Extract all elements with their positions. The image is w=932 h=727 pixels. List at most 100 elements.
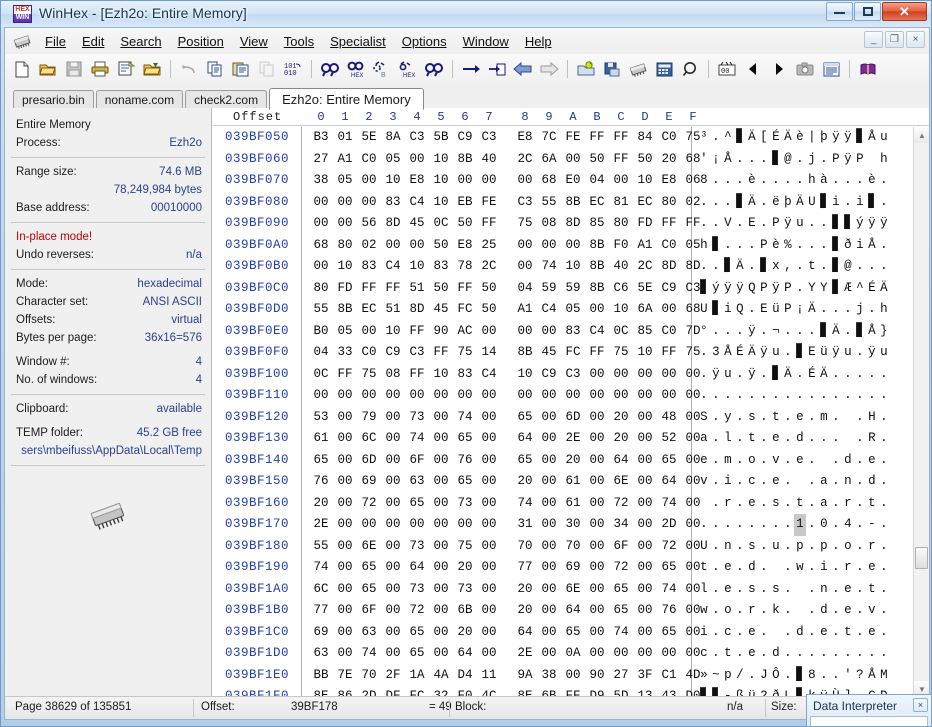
ascii-char[interactable]: . — [782, 170, 794, 192]
ascii-char[interactable]: . — [818, 149, 830, 171]
mdi-minimize-button[interactable]: _ — [864, 31, 883, 48]
hex-byte[interactable]: 00 — [609, 385, 633, 407]
hex-row-bytes[interactable]: 38 05 00 10 E8 10 00 00 00 68 E0 04 00 10 E8 06 — [309, 170, 705, 192]
hex-byte[interactable]: 65 — [357, 579, 381, 601]
hex-byte[interactable]: 40 — [609, 256, 633, 278]
hex-byte[interactable]: 00 — [537, 536, 561, 558]
open-disk-drive-icon[interactable] — [599, 56, 625, 82]
hex-byte[interactable]: 73 — [453, 493, 477, 515]
ascii-char[interactable]: l — [722, 428, 734, 450]
ascii-char[interactable]: . — [878, 514, 890, 536]
menu-item-specialist[interactable]: Specialist — [322, 32, 394, 51]
ascii-char[interactable]: Ä — [830, 321, 842, 343]
hex-byte[interactable]: 00 — [513, 256, 537, 278]
hex-byte[interactable]: 10 — [333, 256, 357, 278]
ascii-char[interactable]: . — [722, 170, 734, 192]
ascii-char[interactable]: . — [818, 665, 830, 687]
ascii-char[interactable]: . — [758, 643, 770, 665]
ascii-char[interactable]: . — [710, 385, 722, 407]
hex-row[interactable]: 039BF0E0 B0 05 00 10 FF 90 AC 00 00 00 83 C4 0C 85 C0 7D… — [213, 321, 913, 343]
ascii-char[interactable]: . — [758, 514, 770, 536]
hex-byte[interactable]: 00 — [537, 600, 561, 622]
ascii-char[interactable]: . — [710, 450, 722, 472]
hex-byte[interactable]: 2E — [513, 643, 537, 665]
ascii-char[interactable]: . — [830, 536, 842, 558]
ascii-char[interactable]: @ — [842, 256, 854, 278]
ascii-char[interactable]: e — [698, 450, 710, 472]
scroll-up-arrow-icon[interactable]: ▲ — [914, 127, 929, 143]
prev-icon[interactable] — [740, 56, 766, 82]
ascii-char[interactable]: . — [710, 557, 722, 579]
ascii-char[interactable] — [794, 471, 806, 493]
hex-byte[interactable]: FF — [609, 149, 633, 171]
hex-row-bytes[interactable]: 04 33 C0 C9 C3 FF 75 14 8B 45 FC FF 75 10 FF 75 — [309, 342, 705, 364]
ascii-char[interactable]: w — [794, 557, 806, 579]
ascii-char[interactable]: . — [878, 235, 890, 257]
ascii-char[interactable]: . — [818, 385, 830, 407]
ascii-char[interactable]: . — [782, 579, 794, 601]
hex-byte[interactable]: 00 — [405, 514, 429, 536]
ascii-char[interactable]: . — [878, 428, 890, 450]
hex-row-ascii[interactable]: ³. ^ ▊ Ä[É Äè | þ ÿ ÿ ▊ Åu — [698, 127, 890, 149]
hex-byte[interactable]: 00 — [585, 299, 609, 321]
ascii-char[interactable]: Ä — [878, 278, 890, 300]
hex-byte[interactable]: 69 — [561, 557, 585, 579]
hex-row-bytes[interactable]: 61 00 6C 00 74 00 65 00 64 00 2E 00 20 00 52 00 — [309, 428, 705, 450]
ascii-char[interactable]: k — [770, 600, 782, 622]
ascii-char[interactable]: . — [854, 493, 866, 515]
hex-byte[interactable]: 05 — [333, 170, 357, 192]
hex-byte[interactable]: A1 — [333, 149, 357, 171]
hex-byte[interactable]: 90 — [585, 665, 609, 687]
hex-byte[interactable]: 75 — [453, 536, 477, 558]
hex-byte[interactable]: 74 — [537, 256, 561, 278]
hex-byte[interactable]: 00 — [429, 450, 453, 472]
ascii-char[interactable]: . — [758, 450, 770, 472]
hex-byte[interactable]: 64 — [513, 622, 537, 644]
hex-byte[interactable]: 00 — [537, 235, 561, 257]
replace-hex-icon[interactable]: HEX — [395, 56, 421, 82]
ascii-char[interactable]: . — [710, 407, 722, 429]
help-book-icon[interactable] — [855, 56, 881, 82]
hex-byte[interactable]: 00 — [633, 514, 657, 536]
ascii-char[interactable]: 0 — [818, 514, 830, 536]
ascii-char[interactable]: . — [710, 256, 722, 278]
ascii-char[interactable]: . — [698, 256, 710, 278]
hex-byte[interactable]: 00 — [333, 428, 357, 450]
ascii-char[interactable]: . — [734, 471, 746, 493]
ascii-char[interactable]: ? — [854, 665, 866, 687]
hex-byte[interactable]: 65 — [657, 622, 681, 644]
hex-byte[interactable]: 63 — [357, 622, 381, 644]
hex-byte[interactable]: C3 — [405, 127, 429, 149]
hex-row[interactable]: 039BF190 74 00 65 00 64 00 20 00 77 00 69 00 72 00 65 00… — [213, 557, 913, 579]
ascii-char[interactable]: . — [818, 213, 830, 235]
properties-icon[interactable] — [113, 56, 139, 82]
paste-icon[interactable] — [228, 56, 254, 82]
hex-byte[interactable]: 53 — [309, 407, 333, 429]
hex-byte[interactable]: 00 — [477, 385, 501, 407]
hex-byte[interactable]: 1A — [405, 665, 429, 687]
hex-byte[interactable]: 56 — [357, 213, 381, 235]
ascii-char[interactable]: . — [758, 428, 770, 450]
ascii-char[interactable]: c — [698, 643, 710, 665]
ascii-char[interactable]: . — [734, 407, 746, 429]
ascii-char[interactable]: i — [722, 471, 734, 493]
hex-byte[interactable]: FF — [453, 278, 477, 300]
hex-byte[interactable]: 00 — [537, 471, 561, 493]
hex-byte[interactable]: 6D — [561, 407, 585, 429]
ascii-char[interactable]: . — [830, 428, 842, 450]
hex-byte[interactable]: FD — [633, 213, 657, 235]
hex-byte[interactable]: 31 — [513, 514, 537, 536]
ascii-char[interactable]: . — [710, 493, 722, 515]
hex-byte[interactable]: 38 — [309, 170, 333, 192]
ascii-char[interactable]: . — [722, 192, 734, 214]
ascii-char[interactable]: p — [794, 536, 806, 558]
hex-byte[interactable]: 10 — [429, 192, 453, 214]
ascii-char[interactable] — [770, 557, 782, 579]
hex-byte[interactable]: 00 — [381, 385, 405, 407]
ascii-char[interactable]: . — [758, 493, 770, 515]
hex-byte[interactable]: 8B — [561, 192, 585, 214]
hex-row[interactable]: 039BF0F0 04 33 C0 C9 C3 FF 75 14 8B 45 FC FF 75 10 FF 75… — [213, 342, 913, 364]
hex-byte[interactable]: 2F — [381, 665, 405, 687]
ascii-char[interactable]: E — [746, 213, 758, 235]
hex-byte[interactable]: E8 — [657, 170, 681, 192]
